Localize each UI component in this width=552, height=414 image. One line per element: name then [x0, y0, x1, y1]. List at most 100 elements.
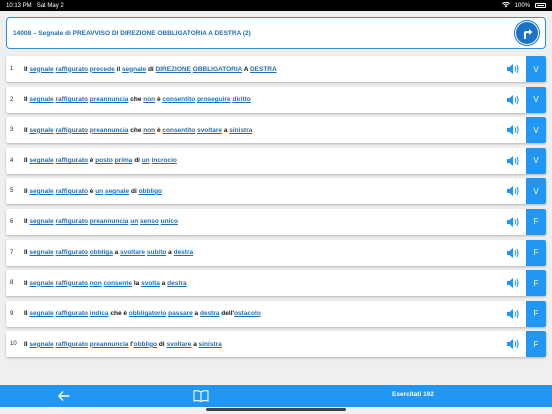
glossary-word-link[interactable]: segnale: [29, 157, 53, 164]
row-number: 1: [6, 66, 24, 72]
glossary-word-link[interactable]: non: [143, 96, 155, 103]
statement-text: di: [146, 66, 155, 73]
glossary-word-link[interactable]: passare: [168, 310, 193, 317]
glossary-word-link[interactable]: sinistra: [199, 341, 222, 348]
speaker-icon[interactable]: [503, 151, 523, 171]
glossary-word-link[interactable]: destra: [167, 280, 187, 287]
glossary-word-link[interactable]: segnale: [29, 280, 53, 287]
glossary-word-link[interactable]: unico: [161, 218, 178, 225]
glossary-word-link[interactable]: svoltare: [166, 341, 191, 348]
answer-button[interactable]: V: [526, 117, 546, 143]
speaker-icon[interactable]: [503, 243, 523, 263]
home-indicator[interactable]: [206, 408, 346, 411]
glossary-word-link[interactable]: destra: [200, 310, 220, 317]
statement-sentence: Il segnale raffigurato preannuncia che n…: [24, 127, 503, 134]
glossary-word-link[interactable]: raffigurato: [55, 280, 88, 287]
question-title: 14008 – Segnale di PREAVVISO DI DIREZION…: [13, 30, 251, 37]
glossary-word-link[interactable]: raffigurato: [55, 341, 88, 348]
answer-button[interactable]: F: [526, 331, 546, 357]
statement-row: 1Il segnale raffigurato precede il segna…: [6, 56, 546, 82]
speaker-icon[interactable]: [503, 181, 523, 201]
statement-text: dell': [220, 310, 235, 317]
glossary-word-link[interactable]: segnale: [29, 188, 53, 195]
status-date: Sat May 2: [37, 3, 64, 9]
glossary-word-link[interactable]: indica: [90, 310, 109, 317]
glossary-word-link[interactable]: obbligo: [134, 341, 157, 348]
glossary-word-link[interactable]: segnale: [29, 127, 53, 134]
glossary-word-link[interactable]: sinistra: [229, 127, 252, 134]
speaker-icon[interactable]: [503, 212, 523, 232]
glossary-word-link[interactable]: consentito: [162, 96, 195, 103]
glossary-word-link[interactable]: svoltare: [120, 249, 145, 256]
glossary-word-link[interactable]: posto: [95, 157, 113, 164]
arrow-left-icon: [58, 391, 70, 401]
glossary-word-link[interactable]: obbligo: [139, 188, 162, 195]
speaker-icon[interactable]: [503, 304, 523, 324]
glossary-word-link[interactable]: destra: [174, 249, 194, 256]
glossary-word-link[interactable]: segnale: [122, 66, 146, 73]
glossary-word-link[interactable]: un: [130, 218, 138, 225]
glossary-word-link[interactable]: un: [142, 157, 150, 164]
row-number: 4: [6, 158, 24, 164]
answer-button[interactable]: V: [526, 87, 546, 113]
answer-button[interactable]: F: [526, 301, 546, 327]
speaker-icon[interactable]: [503, 90, 523, 110]
glossary-word-link[interactable]: segnale: [29, 218, 53, 225]
glossary-word-link[interactable]: obbligatorio: [129, 310, 167, 317]
glossary-word-link[interactable]: precede: [90, 66, 115, 73]
speaker-icon[interactable]: [503, 273, 523, 293]
glossary-word-link[interactable]: obbliga: [90, 249, 113, 256]
statement-sentence: Il segnale raffigurato è posto prima di …: [24, 157, 503, 164]
speaker-icon[interactable]: [503, 120, 523, 140]
glossary-word-link[interactable]: OBBLIGATORIA: [193, 66, 242, 73]
glossary-word-link[interactable]: DIREZIONE: [156, 66, 191, 73]
answer-button[interactable]: F: [526, 270, 546, 296]
glossary-word-link[interactable]: preannuncia: [90, 341, 129, 348]
turn-right-sign-icon[interactable]: [515, 21, 539, 45]
glossary-word-link[interactable]: senso: [140, 218, 159, 225]
glossary-word-link[interactable]: un: [95, 188, 103, 195]
answer-button[interactable]: V: [526, 178, 546, 204]
glossary-word-link[interactable]: segnale: [29, 96, 53, 103]
speaker-icon[interactable]: [503, 334, 523, 354]
glossary-word-link[interactable]: raffigurato: [55, 188, 88, 195]
glossary-word-link[interactable]: svoltare: [197, 127, 222, 134]
glossary-word-link[interactable]: raffigurato: [55, 249, 88, 256]
glossary-word-link[interactable]: segnale: [105, 188, 129, 195]
status-time: 10:13 PM: [6, 3, 32, 9]
glossary-word-link[interactable]: raffigurato: [55, 66, 88, 73]
glossary-word-link[interactable]: consentito: [162, 127, 195, 134]
speaker-icon[interactable]: [503, 59, 523, 79]
glossary-word-link[interactable]: svolta: [141, 280, 160, 287]
glossary-word-link[interactable]: diritto: [232, 96, 250, 103]
statement-text: il: [115, 66, 122, 73]
glossary-word-link[interactable]: DESTRA: [250, 66, 277, 73]
book-button[interactable]: [192, 388, 210, 404]
glossary-word-link[interactable]: segnale: [29, 341, 53, 348]
glossary-word-link[interactable]: ostacolo: [234, 310, 261, 317]
glossary-word-link[interactable]: incrocio: [152, 157, 177, 164]
glossary-word-link[interactable]: raffigurato: [55, 157, 88, 164]
glossary-word-link[interactable]: raffigurato: [55, 96, 88, 103]
glossary-word-link[interactable]: consente: [104, 280, 133, 287]
statement-sentence: Il segnale raffigurato preannuncia un se…: [24, 218, 503, 225]
glossary-word-link[interactable]: raffigurato: [55, 310, 88, 317]
answer-button[interactable]: V: [526, 56, 546, 82]
glossary-word-link[interactable]: raffigurato: [55, 127, 88, 134]
glossary-word-link[interactable]: non: [143, 127, 155, 134]
answer-button[interactable]: F: [526, 240, 546, 266]
glossary-word-link[interactable]: non: [90, 280, 102, 287]
answer-button[interactable]: V: [526, 148, 546, 174]
glossary-word-link[interactable]: preannuncia: [90, 218, 129, 225]
answer-button[interactable]: F: [526, 209, 546, 235]
glossary-word-link[interactable]: segnale: [29, 249, 53, 256]
back-button[interactable]: [56, 389, 72, 403]
glossary-word-link[interactable]: segnale: [29, 310, 53, 317]
glossary-word-link[interactable]: segnale: [29, 66, 53, 73]
glossary-word-link[interactable]: preannuncia: [90, 96, 129, 103]
glossary-word-link[interactable]: raffigurato: [55, 218, 88, 225]
glossary-word-link[interactable]: proseguire: [197, 96, 231, 103]
glossary-word-link[interactable]: prima: [115, 157, 133, 164]
glossary-word-link[interactable]: subito: [147, 249, 167, 256]
glossary-word-link[interactable]: preannuncia: [90, 127, 129, 134]
